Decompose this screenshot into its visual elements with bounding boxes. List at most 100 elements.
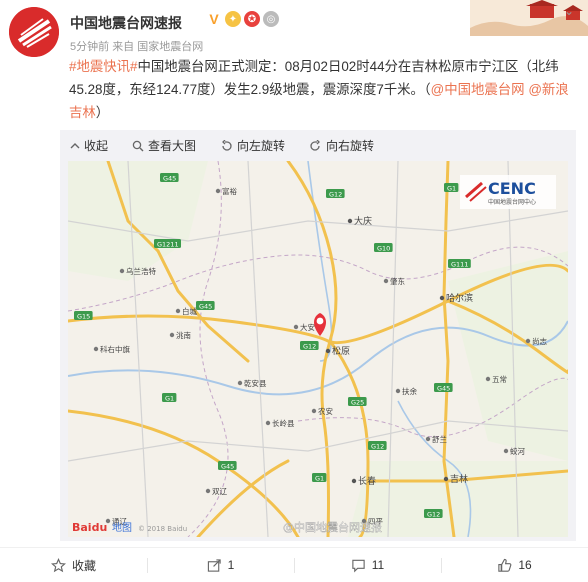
highway-label: G10 [377,244,390,252]
city-dot [293,324,299,330]
city-dot [175,308,181,314]
share-count: 1 [227,558,235,572]
highway-label: G25 [351,398,364,406]
medal-badge-icon[interactable]: ◎ [263,11,279,27]
cenc-logo-text: CENC [488,179,536,198]
city-dot [351,478,357,484]
like-button[interactable]: 16 [441,548,588,582]
city-dot [311,408,317,414]
city-label: 扶余 [402,386,417,396]
highway-label: G45 [437,384,450,392]
city-label: 富裕 [222,186,237,196]
highway-label: G1 [315,474,324,482]
city-dot [439,295,445,301]
city-label: 科右中旗 [100,344,130,354]
city-label: 大安 [300,322,315,332]
weibo-watermark: @中国地震台网速报 [283,520,382,534]
verified-v-icon[interactable]: V [206,11,222,27]
mention-cenc[interactable]: @中国地震台网 [431,82,525,97]
city-label: 农安 [318,406,333,416]
thumbs-up-icon [498,558,512,572]
hashtag-link[interactable]: #地震快讯# [69,59,137,74]
action-bar: 收藏 1 11 16 [0,547,588,582]
rotate-left-icon [222,139,232,151]
share-icon [207,558,221,572]
highway-label: G12 [303,342,316,350]
city-dot [325,348,331,354]
cenc-logo-icon: CENC 中国地震台网中心 [460,175,556,209]
city-dot [93,346,99,352]
post-source: 国家地震台网 [137,41,204,53]
city-dot [215,188,221,194]
city-label: 大庆 [354,215,372,227]
post-text: #地震快讯#中国地震台网正式测定：08月02日02时44分在吉林松原市宁江区（北… [69,55,574,124]
rotate-left-label: 向左旋转 [237,139,286,153]
city-label: 乌兰浩特 [126,266,156,276]
rotate-right-button[interactable]: 向右旋转 [309,137,374,154]
account-name[interactable]: 中国地震台网速报 [70,13,182,33]
rotate-right-icon [310,139,320,151]
favorite-button[interactable]: 收藏 [0,548,147,582]
map-copyright: © 2018 Baidu [138,525,187,533]
city-label: 乾安县 [244,378,267,388]
share-button[interactable]: 1 [147,548,294,582]
comment-icon [352,559,365,572]
city-label: 肇东 [390,276,405,286]
comment-count: 11 [371,558,385,572]
highway-label: G1 [447,184,456,192]
post-time[interactable]: 5分钟前 [70,41,109,53]
city-label: 洮南 [176,330,191,340]
city-dot [237,380,243,386]
magnify-icon [132,140,144,151]
city-label: 吉林 [450,473,468,485]
favorite-label: 收藏 [71,558,96,573]
image-toolbar: 收起 查看大图 向左旋转 向右旋转 [60,130,576,161]
arrow-up-icon [70,142,80,148]
city-label: 尚志 [532,336,547,346]
city-dot [395,388,401,394]
highway-label: G45 [221,462,234,470]
view-large-button[interactable]: 查看大图 [132,137,196,154]
city-dot [205,488,211,494]
city-label: 白城 [182,306,197,316]
highway-label: G12 [371,442,384,450]
view-large-label: 查看大图 [148,139,197,153]
city-label: 哈尔滨 [446,292,473,304]
comment-button[interactable]: 11 [294,548,441,582]
collapse-label: 收起 [84,139,109,153]
avatar[interactable] [9,7,59,57]
vip-badge-icon[interactable]: ✦ [225,11,241,27]
highway-label: G45 [163,174,176,182]
city-dot [503,448,509,454]
highway-label: G15 [77,312,90,320]
post-tail: ） [95,105,110,120]
post-header: 中国地震台网速报 V ✦ ✪ ◎ 5分钟前 来自 国家地震台网 ⌄ [0,0,588,60]
earthquake-map-image[interactable]: 大庆 哈尔滨 松原 长春 吉林 大安 乌兰浩特 白城 洮南 扶余 五常 肇东 四平 乾安县 长岭县 通辽 双辽舒… [68,161,568,537]
city-dot [383,278,389,284]
city-label: 五常 [492,375,507,384]
highway-label: G111 [451,260,468,268]
city-label: 舒兰 [432,434,447,444]
city-dot [119,268,125,274]
honor-badge-icon[interactable]: ✪ [244,11,260,27]
star-icon [50,557,66,572]
city-label: 松原 [332,345,350,357]
highway-label: G1 [165,394,174,402]
city-dot [425,436,431,442]
baidu-text: Baidu [72,521,107,534]
city-label: 蛟河 [510,446,525,456]
like-count: 16 [518,558,532,572]
chevron-down-icon[interactable]: ⌄ [564,4,574,18]
highway-label: G45 [199,302,212,310]
city-dot [347,218,353,224]
highway-label: G1211 [157,240,179,248]
city-dot [485,376,491,382]
collapse-button[interactable]: 收起 [70,137,108,154]
rotate-left-button[interactable]: 向左旋转 [220,137,285,154]
city-label: 长岭县 [272,418,295,428]
city-dot [169,332,175,338]
city-label: 双辽 [212,487,227,496]
highway-label: G12 [329,190,342,198]
rotate-right-label: 向右旋转 [326,139,375,153]
city-label: 长春 [358,475,376,487]
